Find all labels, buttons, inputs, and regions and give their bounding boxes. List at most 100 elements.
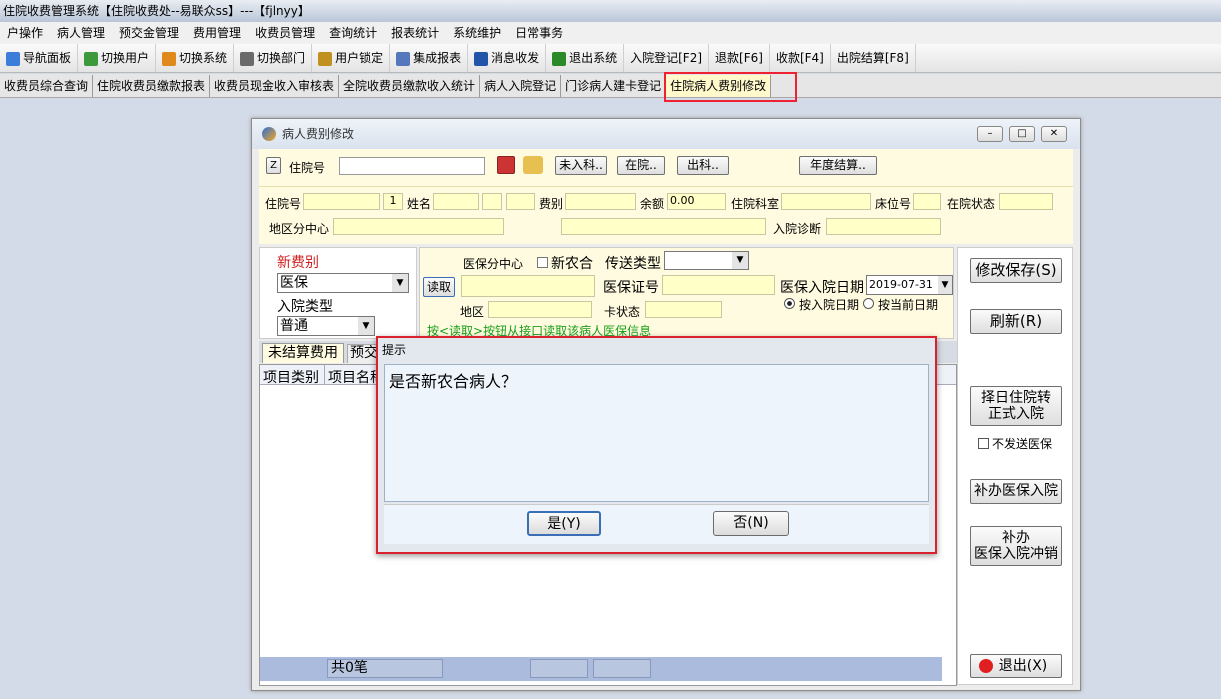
admission-no-field[interactable] bbox=[303, 193, 380, 210]
footer-cell bbox=[530, 659, 588, 678]
toolbar-item[interactable]: 退出系统 bbox=[546, 44, 625, 72]
dept-label: 住院科室 bbox=[731, 197, 780, 211]
region-label: 地区 bbox=[460, 305, 485, 319]
close-button[interactable]: ✕ bbox=[1041, 126, 1067, 142]
toolbar-item[interactable]: 切换用户 bbox=[78, 44, 157, 72]
send-type-select[interactable]: ▼ bbox=[664, 251, 749, 270]
address-field[interactable] bbox=[561, 218, 766, 235]
card-no-label: 医保证号 bbox=[603, 280, 659, 296]
tab-unsettled-fees[interactable]: 未结算费用 bbox=[262, 343, 344, 363]
menu-item[interactable]: 预交金管理 bbox=[112, 22, 186, 44]
menu-item[interactable]: 户操作 bbox=[0, 22, 50, 44]
z-button[interactable]: Z bbox=[266, 157, 281, 174]
annual-settle-button[interactable]: 年度结算.. bbox=[799, 156, 877, 175]
card-status-field[interactable] bbox=[645, 301, 722, 318]
supplement-cancel-line2: 医保入院冲销 bbox=[974, 546, 1058, 562]
tab-payment-report[interactable]: 住院收费员缴款报表 bbox=[93, 75, 211, 97]
menu-item[interactable]: 系统维护 bbox=[446, 22, 508, 44]
menu-item[interactable]: 费用管理 bbox=[186, 22, 248, 44]
refresh-button[interactable]: 刷新(R) bbox=[970, 309, 1062, 334]
read-button[interactable]: 读取 bbox=[423, 277, 455, 297]
radio-admit-date-label: 按入院日期 bbox=[799, 298, 860, 312]
tab-card-register[interactable]: 门诊病人建卡登记 bbox=[561, 75, 667, 97]
transfer-admission-button[interactable]: 择日住院转正式入院 bbox=[970, 386, 1062, 426]
not-admitted-button[interactable]: 未入科.. bbox=[555, 156, 607, 175]
card-no-field[interactable] bbox=[662, 275, 775, 295]
toolbar-item[interactable]: 切换部门 bbox=[234, 44, 313, 72]
toolbar-item-label: 切换用户 bbox=[101, 51, 150, 65]
fee-type-field[interactable] bbox=[565, 193, 636, 210]
new-fee-select[interactable]: 医保 ▼ bbox=[277, 273, 409, 293]
insurance-center-label: 医保分中心 bbox=[463, 257, 524, 271]
tab-cashier-query[interactable]: 收费员综合查询 bbox=[0, 75, 94, 97]
gender-field[interactable] bbox=[482, 193, 502, 210]
save-button[interactable]: 修改保存(S) bbox=[970, 258, 1062, 283]
menu-item[interactable]: 病人管理 bbox=[50, 22, 112, 44]
yes-button[interactable]: 是(Y) bbox=[527, 511, 601, 536]
supplement-cancel-button[interactable]: 补办 医保入院冲销 bbox=[970, 526, 1062, 566]
calculator-icon[interactable] bbox=[497, 156, 515, 174]
confirm-button-bar bbox=[384, 504, 929, 544]
age-field[interactable] bbox=[506, 193, 535, 210]
toolbar-item[interactable]: 退款[F6] bbox=[709, 44, 770, 72]
in-hospital-button[interactable]: 在院.. bbox=[617, 156, 665, 175]
chevron-down-icon[interactable]: ▼ bbox=[938, 276, 952, 294]
read-field[interactable] bbox=[461, 275, 595, 297]
toolbar-item[interactable]: 收款[F4] bbox=[770, 44, 831, 72]
menu-item[interactable]: 查询统计 bbox=[322, 22, 384, 44]
column-header-category[interactable]: 项目类别 bbox=[263, 367, 319, 387]
radio-current-date[interactable] bbox=[863, 298, 874, 309]
admit-type-select[interactable]: 普通 ▼ bbox=[277, 316, 375, 336]
region-field[interactable] bbox=[488, 301, 592, 318]
chevron-down-icon[interactable]: ▼ bbox=[358, 317, 374, 335]
tab-income-stats[interactable]: 全院收费员缴款收入统计 bbox=[339, 75, 481, 97]
tab-fee-type-modify[interactable]: 住院病人费别修改 bbox=[666, 75, 772, 97]
chevron-down-icon[interactable]: ▼ bbox=[732, 252, 748, 269]
tab-prepay[interactable]: 预交 bbox=[347, 344, 379, 363]
toolbar-item[interactable]: 导航面板 bbox=[0, 44, 79, 72]
tab-cash-audit[interactable]: 收费员现金收入审核表 bbox=[210, 75, 340, 97]
toolbar-item[interactable]: 用户锁定 bbox=[312, 44, 391, 72]
balance-field[interactable]: 0.00 bbox=[667, 193, 726, 210]
menu-item[interactable]: 收费员管理 bbox=[248, 22, 322, 44]
tab-admission[interactable]: 病人入院登记 bbox=[480, 75, 562, 97]
diagnosis-field[interactable] bbox=[826, 218, 941, 235]
menu-item[interactable]: 日常事务 bbox=[508, 22, 570, 44]
clear-icon[interactable] bbox=[523, 156, 543, 174]
admission-seq-field[interactable]: 1 bbox=[383, 193, 403, 210]
toolbar-item[interactable]: 集成报表 bbox=[390, 44, 469, 72]
status-field[interactable] bbox=[999, 193, 1053, 210]
user-lock-icon bbox=[318, 51, 333, 66]
no-button[interactable]: 否(N) bbox=[713, 511, 789, 536]
admit-type-value: 普通 bbox=[280, 318, 308, 334]
minimize-button[interactable]: – bbox=[977, 126, 1003, 142]
insurance-panel: 医保分中心 新农合 传送类型 ▼ 读取 医保证号 医保入院日期 2019-07-… bbox=[419, 247, 954, 339]
supplement-admission-button[interactable]: 补办医保入院 bbox=[970, 479, 1062, 504]
app-icon bbox=[262, 127, 276, 141]
no-send-checkbox[interactable] bbox=[978, 438, 989, 449]
switch-system-icon bbox=[162, 51, 177, 66]
search-input[interactable] bbox=[339, 157, 485, 175]
footer-cell bbox=[593, 659, 651, 678]
region-center-field[interactable] bbox=[333, 218, 504, 235]
confirm-title: 提示 bbox=[382, 343, 407, 357]
toolbar-item-label: 出院结算[F8] bbox=[836, 51, 909, 65]
toolbar-item[interactable]: 入院登记[F2] bbox=[624, 44, 710, 72]
bed-field[interactable] bbox=[913, 193, 941, 210]
toolbar-item[interactable]: 消息收发 bbox=[468, 44, 547, 72]
admit-date-picker[interactable]: 2019-07-31 ▼ bbox=[866, 275, 953, 295]
maximize-button[interactable]: □ bbox=[1009, 126, 1035, 142]
toolbar-item[interactable]: 切换系统 bbox=[156, 44, 235, 72]
patient-info-panel: 住院号 1 姓名 费别 余额 0.00 住院科室 床位号 在院状态 地区分中心 … bbox=[259, 186, 1073, 244]
exit-button[interactable]: 退出(X) bbox=[970, 654, 1062, 678]
xnh-checkbox[interactable] bbox=[537, 257, 548, 268]
send-type-label: 传送类型 bbox=[605, 256, 661, 272]
supplement-cancel-line1: 补办 bbox=[1002, 530, 1030, 546]
chevron-down-icon[interactable]: ▼ bbox=[392, 274, 408, 292]
dept-field[interactable] bbox=[781, 193, 871, 210]
menu-item[interactable]: 报表统计 bbox=[384, 22, 446, 44]
radio-admit-date[interactable] bbox=[784, 298, 795, 309]
discharged-button[interactable]: 出科.. bbox=[677, 156, 729, 175]
name-field[interactable] bbox=[433, 193, 479, 210]
toolbar-item[interactable]: 出院结算[F8] bbox=[831, 44, 916, 72]
